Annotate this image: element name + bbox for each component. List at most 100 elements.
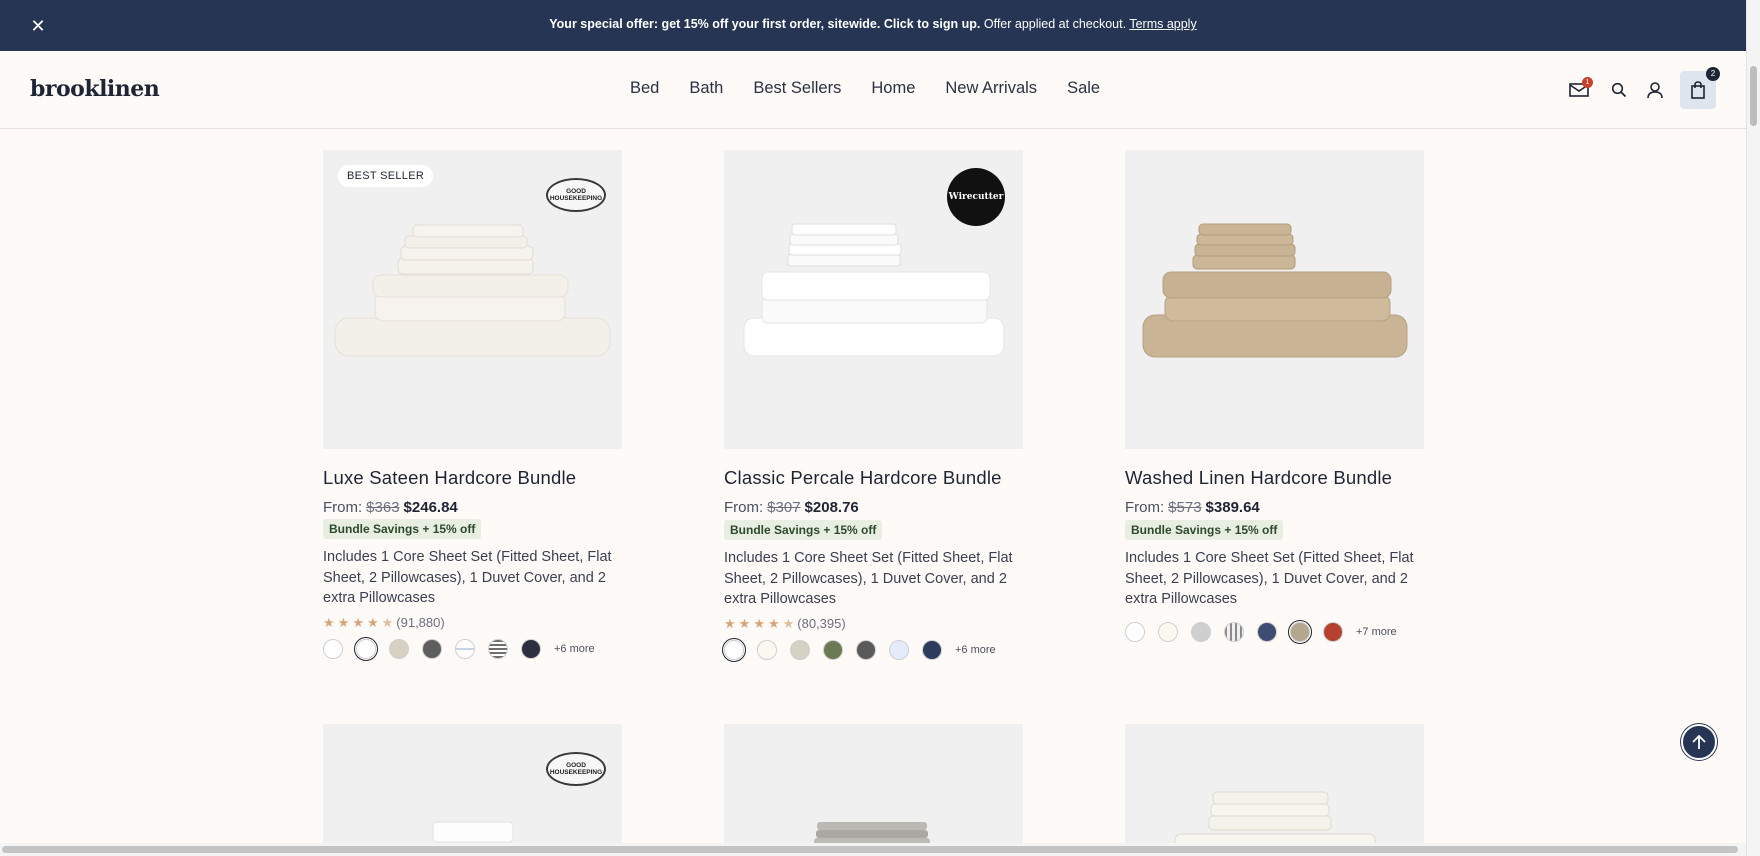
scrollbar-thumb[interactable] [1750,66,1757,126]
review-count: (91,880) [396,615,445,630]
swatch[interactable] [889,639,909,660]
promo-banner[interactable]: ✕ Your special offer: get 15% off your f… [0,0,1746,51]
arrow-up-icon [1692,734,1706,749]
nav-item-sale[interactable]: Sale [1067,79,1100,98]
promo-checkout-text: Offer applied at checkout. [983,17,1127,31]
swatch-selected[interactable] [354,636,378,661]
terms-link[interactable]: Terms apply [1129,17,1196,31]
product-title[interactable]: Luxe Sateen Hardcore Bundle [323,467,623,489]
star-icon: ★ [753,615,765,631]
promo-message[interactable]: Your special offer: get 15% off your fir… [0,17,1746,31]
swatch[interactable] [1191,621,1211,642]
product-description: Includes 1 Core Sheet Set (Fitted Sheet,… [724,550,1013,607]
sale-price: $246.84 [403,499,458,516]
swatch[interactable] [389,638,409,659]
product-image[interactable] [1125,150,1424,449]
original-price: $307 [767,499,801,516]
savings-badge: Bundle Savings + 15% off [1125,520,1284,540]
sheets-stack-illustration [743,223,1005,357]
nav-item-best-sellers[interactable]: Best Sellers [753,79,841,98]
sheets-stack-illustration [1142,223,1408,358]
product-price: From: $573 $389.64 Bundle Savings + 15% … [1125,499,1425,540]
star-icon: ★ [323,614,335,630]
rating-row[interactable]: ★ ★ ★ ★ ★ (80,395) [724,616,1024,632]
promo-offer-text[interactable]: Your special offer: get 15% off your fir… [549,17,980,31]
product-image[interactable]: GOOD HOUSEKEEPING [323,724,622,854]
search-icon [1611,82,1627,98]
product-card[interactable]: Wirecutter Classic Percale Hardcore Bund… [722,150,1024,662]
swatch[interactable] [856,639,876,660]
price-from-label: From: [724,499,764,516]
swatch-stripe-pattern[interactable] [488,638,508,659]
original-price: $573 [1168,499,1202,516]
more-colors-link[interactable]: +6 more [554,643,595,655]
swatch[interactable] [790,639,810,660]
star-icon: ★ [366,614,379,630]
nav-item-bath[interactable]: Bath [689,79,723,98]
half-star-icon: ★ [381,614,394,630]
swatch[interactable] [422,638,442,659]
sheets-stack-illustration [432,821,514,843]
product-image[interactable]: Wirecutter [724,150,1023,449]
account-icon [1647,82,1663,99]
product-price: From: $307 $208.76 Bundle Savings + 15% … [724,499,1024,540]
sheets-stack-illustration [334,224,611,357]
nav-item-home[interactable]: Home [871,79,915,98]
swatch[interactable] [1323,621,1343,642]
swatch[interactable] [323,638,343,659]
main-nav: Bed Bath Best Sellers Home New Arrivals … [630,79,1100,98]
cart-button[interactable]: 2 [1680,67,1720,109]
half-star-icon: ★ [782,615,795,631]
swatch-selected[interactable] [722,637,746,662]
color-swatches: +6 more [323,636,623,661]
swatch-grid-pattern[interactable] [455,638,475,659]
star-icon: ★ [337,614,350,630]
original-price: $363 [366,499,400,516]
product-title[interactable]: Classic Percale Hardcore Bundle [724,467,1024,489]
product-card[interactable]: Washed Linen Hardcore Bundle From: $573 … [1125,150,1425,644]
product-card[interactable]: BEST SELLER GOOD HOUSEKEEPING Luxe Satee… [323,150,623,661]
swatch[interactable] [1125,621,1145,642]
sale-price: $389.64 [1205,499,1260,516]
site-header: brooklinen Bed Bath Best Sellers Home Ne… [0,51,1746,129]
swatch-stripe-pattern[interactable] [1224,621,1244,642]
vertical-scrollbar[interactable] [1746,0,1760,856]
back-to-top-button[interactable] [1681,724,1717,760]
swatch[interactable] [922,639,942,660]
product-price: From: $363 $246.84 [323,499,623,516]
product-image[interactable]: BEST SELLER GOOD HOUSEKEEPING [323,150,622,449]
swatch[interactable] [823,639,843,660]
product-description: Includes 1 Core Sheet Set (Fitted Sheet,… [323,549,612,606]
bag-icon [1691,81,1705,99]
sheets-stack-illustration [814,822,930,848]
star-icon: ★ [738,615,751,631]
scrollbar-thumb[interactable] [2,846,1738,853]
swatch[interactable] [1158,621,1178,642]
swatch[interactable] [1257,621,1277,642]
nav-item-new-arrivals[interactable]: New Arrivals [945,79,1037,98]
product-image[interactable] [1125,724,1424,854]
savings-badge: Bundle Savings + 15% off [323,519,482,539]
price-from-label: From: [323,499,363,516]
review-count: (80,395) [797,616,846,631]
swatch[interactable] [757,639,777,660]
sheets-stack-illustration [1174,791,1376,854]
swatch-selected[interactable] [1288,619,1312,644]
star-icon: ★ [352,614,364,630]
search-button[interactable] [1601,71,1637,109]
account-button[interactable] [1637,71,1673,109]
rating-row[interactable]: ★ ★ ★ ★ ★ (91,880) [323,615,623,631]
more-colors-link[interactable]: +7 more [1356,626,1397,638]
swatch[interactable] [521,638,541,659]
product-title[interactable]: Washed Linen Hardcore Bundle [1125,467,1425,489]
nav-item-bed[interactable]: Bed [630,79,659,98]
brand-logo[interactable]: brooklinen [30,76,160,102]
star-icon: ★ [767,615,780,631]
more-colors-link[interactable]: +6 more [955,644,996,656]
savings-badge: Bundle Savings + 15% off [724,520,883,540]
star-icon: ★ [724,615,736,631]
cart-count-badge: 2 [1706,67,1720,81]
horizontal-scrollbar[interactable] [0,843,1746,856]
product-image[interactable] [724,724,1023,854]
mail-button[interactable]: 1 [1561,71,1597,109]
